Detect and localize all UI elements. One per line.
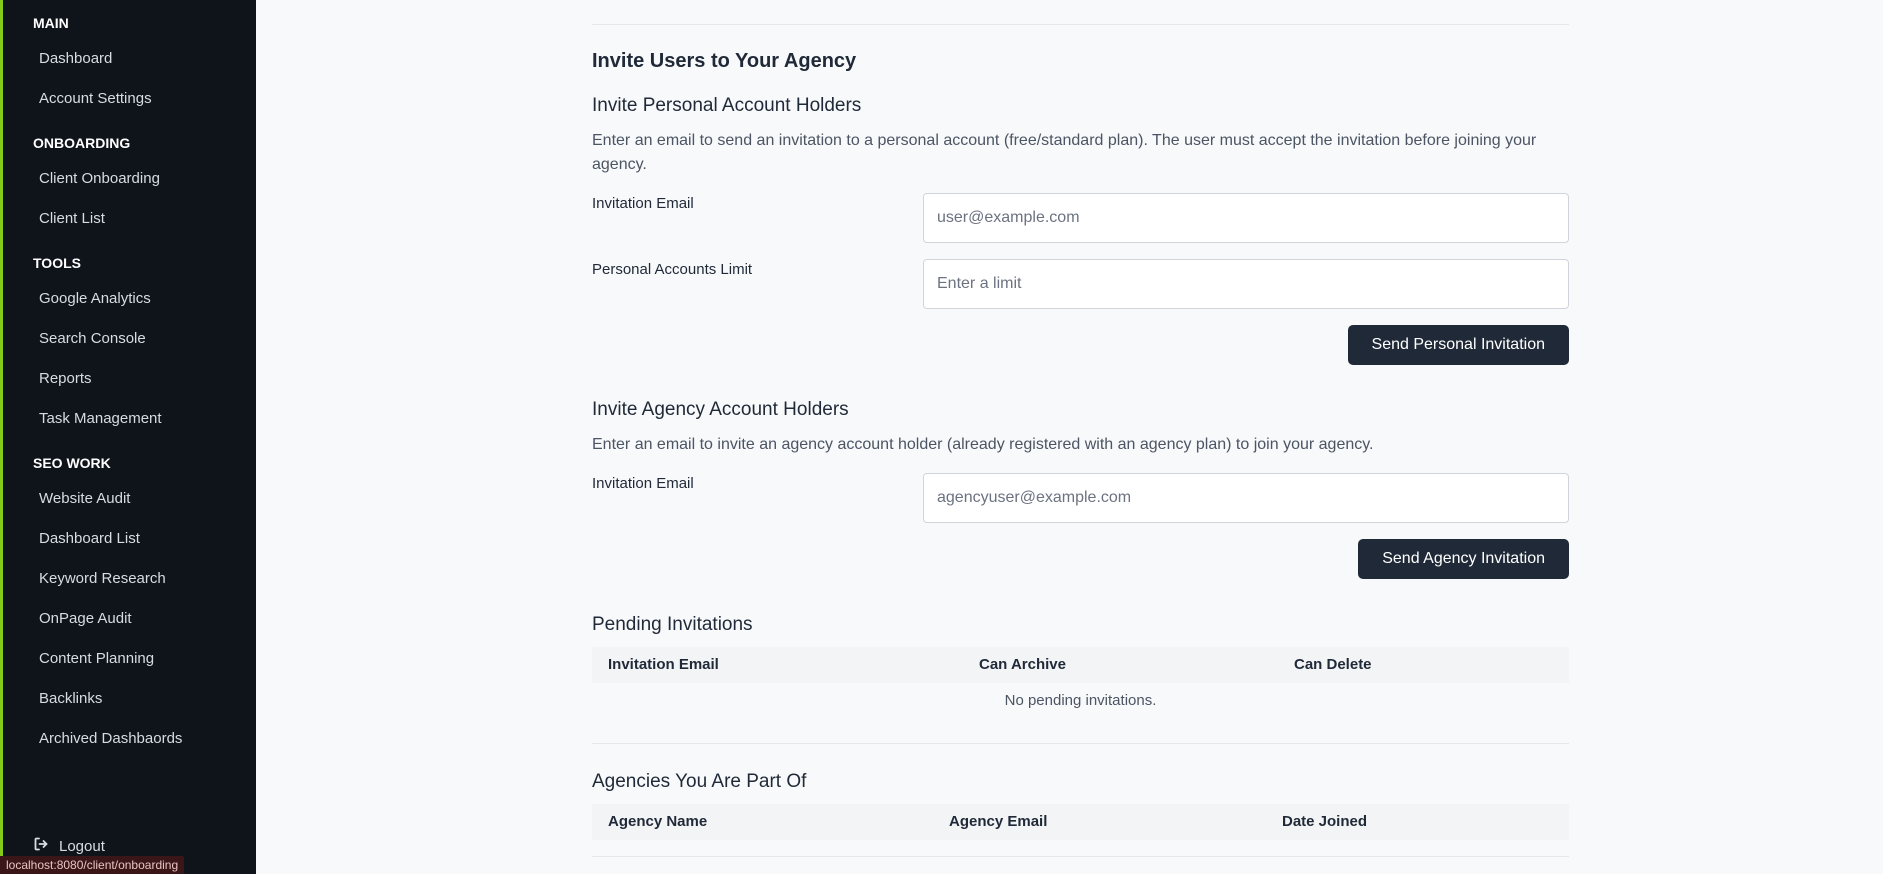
sidebar-item-client-onboarding[interactable]: Client Onboarding: [39, 170, 160, 187]
section-title-main: MAIN: [33, 15, 69, 31]
personal-email-input[interactable]: [923, 193, 1569, 243]
send-personal-invitation-button[interactable]: Send Personal Invitation: [1347, 325, 1569, 365]
personal-limit-label: Personal Accounts Limit: [592, 261, 753, 278]
sidebar-item-backlinks[interactable]: Backlinks: [39, 690, 102, 707]
sidebar-item-archived-dashboards[interactable]: Archived Dashbaords: [39, 730, 182, 747]
sidebar-item-client-list[interactable]: Client List: [39, 210, 105, 227]
agency-email-label: Invitation Email: [592, 475, 694, 492]
personal-limit-input[interactable]: [923, 259, 1569, 309]
main-content: Invite Users to Your Agency Invite Perso…: [256, 0, 1883, 874]
column-header-agency-email: Agency Email: [949, 813, 1048, 830]
sidebar-item-google-analytics[interactable]: Google Analytics: [39, 290, 151, 307]
sidebar-item-dashboard-list[interactable]: Dashboard List: [39, 530, 140, 547]
sidebar-item-dashboard[interactable]: Dashboard: [39, 50, 112, 67]
bottom-divider: [592, 856, 1569, 857]
column-header-can-delete: Can Delete: [1294, 656, 1372, 673]
top-divider: [592, 24, 1569, 25]
pending-invitations-heading: Pending Invitations: [592, 614, 753, 635]
section-divider: [592, 743, 1569, 744]
section-title-seo-work: SEO WORK: [33, 455, 111, 471]
sidebar-item-keyword-research[interactable]: Keyword Research: [39, 570, 166, 587]
sidebar-item-reports[interactable]: Reports: [39, 370, 92, 387]
column-header-can-archive: Can Archive: [979, 656, 1066, 673]
page-title: Invite Users to Your Agency: [592, 50, 857, 72]
sidebar-item-task-management[interactable]: Task Management: [39, 410, 162, 427]
personal-invite-heading: Invite Personal Account Holders: [592, 95, 862, 116]
section-title-tools: TOOLS: [33, 255, 81, 271]
send-agency-invitation-button[interactable]: Send Agency Invitation: [1358, 539, 1569, 579]
browser-status-url: localhost:8080/client/onboarding: [0, 856, 185, 874]
pending-table-header: Invitation Email Can Archive Can Delete: [592, 647, 1569, 683]
sidebar-item-website-audit[interactable]: Website Audit: [39, 490, 130, 507]
agency-email-input[interactable]: [923, 473, 1569, 523]
logout-label: Logout: [59, 837, 105, 855]
section-title-onboarding: ONBOARDING: [33, 135, 131, 151]
agencies-heading: Agencies You Are Part Of: [592, 771, 807, 792]
personal-email-label: Invitation Email: [592, 195, 694, 212]
column-header-invitation-email: Invitation Email: [608, 656, 719, 673]
agencies-table-header: Agency Name Agency Email Date Joined: [592, 804, 1569, 840]
agency-invite-description: Enter an email to invite an agency accou…: [592, 436, 1374, 453]
sidebar: MAIN Dashboard Account Settings ONBOARDI…: [0, 0, 256, 874]
logout-button[interactable]: Logout: [33, 836, 105, 856]
personal-invite-description: Enter an email to send an invitation to …: [592, 132, 1537, 173]
sidebar-item-search-console[interactable]: Search Console: [39, 330, 146, 347]
column-header-agency-name: Agency Name: [608, 813, 708, 830]
sign-out-icon: [33, 836, 49, 856]
column-header-date-joined: Date Joined: [1282, 813, 1368, 830]
sidebar-item-content-planning[interactable]: Content Planning: [39, 650, 154, 667]
sidebar-item-account-settings[interactable]: Account Settings: [39, 90, 152, 107]
agency-invite-heading: Invite Agency Account Holders: [592, 399, 849, 420]
sidebar-item-onpage-audit[interactable]: OnPage Audit: [39, 610, 132, 627]
pending-empty-message: No pending invitations.: [1004, 692, 1157, 709]
